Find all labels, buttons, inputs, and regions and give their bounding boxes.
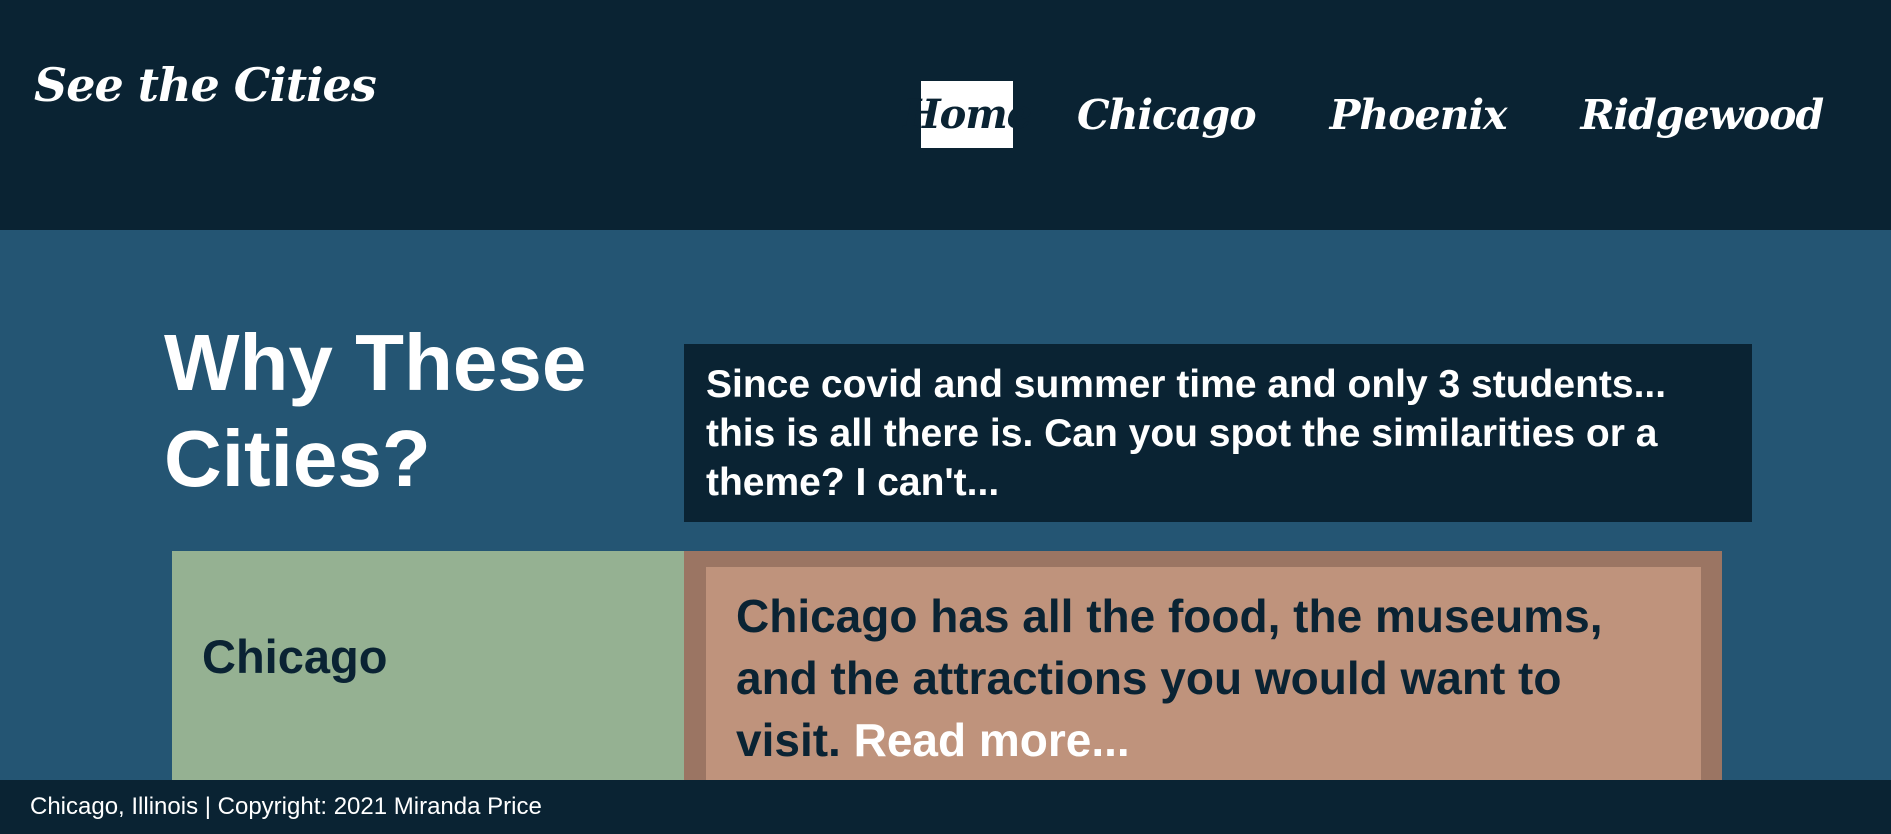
city-name-cell: Chicago xyxy=(172,551,684,780)
main-nav: Home Chicago Phoenix Ridgewood xyxy=(903,81,1831,148)
nav-link-phoenix[interactable]: Phoenix xyxy=(1322,81,1515,148)
read-more-link[interactable]: Read more... xyxy=(854,714,1130,766)
nav-link-home[interactable]: Home xyxy=(903,81,1032,148)
site-logo[interactable]: See the Cities xyxy=(34,58,377,112)
page-title: Why These Cities? xyxy=(164,318,587,503)
site-footer: Chicago, Illinois | Copyright: 2021 Mira… xyxy=(0,780,1891,834)
intro-text-box: Since covid and summer time and only 3 s… xyxy=(684,344,1752,522)
city-card-chicago: Chicago Chicago has all the food, the mu… xyxy=(172,551,1722,780)
city-description-cell: Chicago has all the food, the museums, a… xyxy=(684,551,1722,780)
nav-link-chicago[interactable]: Chicago xyxy=(1069,81,1264,148)
city-name: Chicago xyxy=(202,630,388,683)
site-header: See the Cities Home Chicago Phoenix Ridg… xyxy=(0,0,1891,230)
nav-link-ridgewood[interactable]: Ridgewood xyxy=(1572,81,1831,148)
city-description-box: Chicago has all the food, the museums, a… xyxy=(706,567,1701,780)
